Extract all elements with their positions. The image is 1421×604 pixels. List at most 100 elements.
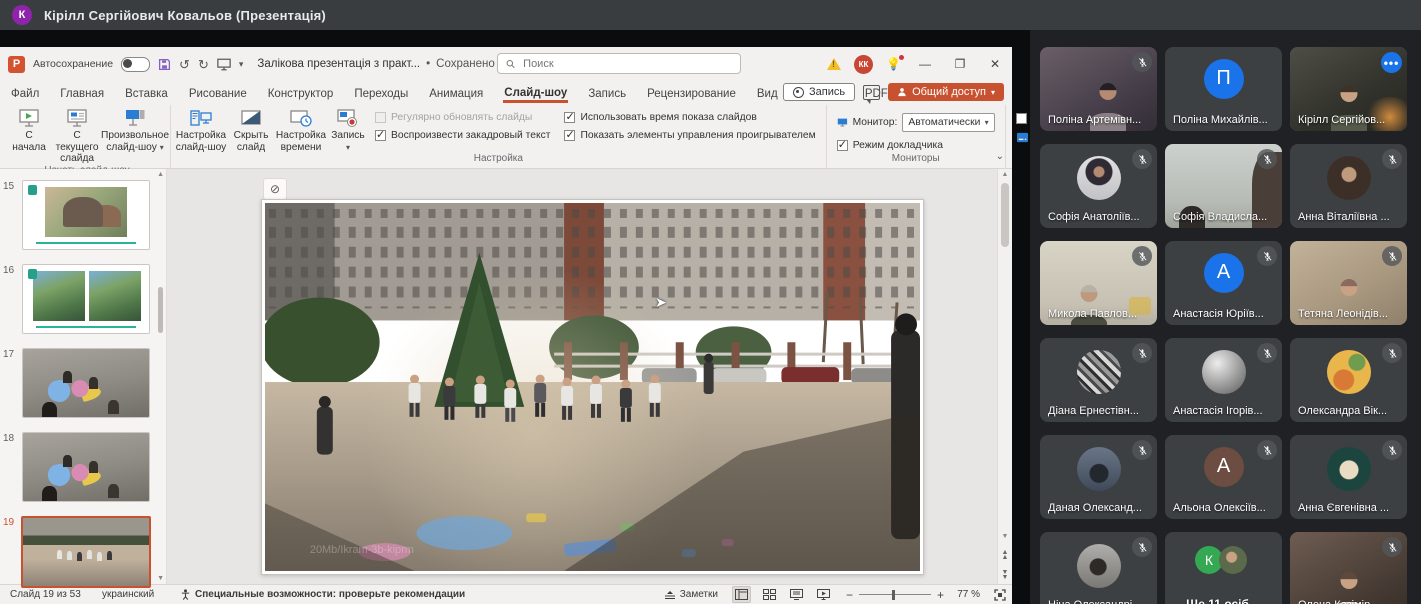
reading-view-button[interactable]: [788, 587, 805, 602]
canvas-scrollbar[interactable]: ▲ ▼ ▲▲ ▼▼: [997, 169, 1012, 584]
tab-view[interactable]: Вид: [756, 84, 779, 103]
lightbulb-icon[interactable]: 💡: [886, 57, 901, 71]
collapse-ribbon-chevron[interactable]: ⌄: [996, 151, 1004, 162]
slide-thumbnail-17[interactable]: [22, 348, 150, 418]
more-participants-tile[interactable]: К Ще 11 осіб: [1165, 532, 1282, 604]
participant-tile[interactable]: Даная Олександ...: [1040, 435, 1157, 519]
scroll-up-icon[interactable]: ▲: [157, 171, 164, 178]
participant-tile[interactable]: А Альона Олексіїв...: [1165, 435, 1282, 519]
participant-tile[interactable]: П Поліна Михайлів...: [1165, 47, 1282, 131]
accessibility-status[interactable]: Специальные возможности: проверьте реком…: [195, 589, 465, 600]
tab-transitions[interactable]: Переходы: [353, 84, 409, 103]
slide-thumbnail-18[interactable]: [22, 432, 150, 502]
ink-tool-indicator[interactable]: ⊘: [263, 178, 287, 200]
tab-draw[interactable]: Рисование: [188, 84, 248, 103]
photo-watermark: 20Mb/Ikram-3b-kiprm: [310, 544, 414, 556]
restore-button[interactable]: ❐: [949, 57, 971, 71]
share-button[interactable]: Общий доступ ▾: [888, 83, 1004, 101]
record-slideshow-icon: [336, 109, 360, 129]
comments-icon[interactable]: [863, 85, 880, 100]
participant-tile[interactable]: Анна Віталіївна ...: [1290, 144, 1407, 228]
participant-tile[interactable]: Олександра Вік...: [1290, 338, 1407, 422]
participant-tile[interactable]: Анна Євгенівна ...: [1290, 435, 1407, 519]
from-current-slide-button[interactable]: С текущего слайда: [52, 107, 102, 165]
record-button[interactable]: Запись: [783, 83, 855, 101]
mic-muted-icon: [1382, 537, 1402, 557]
scroll-down-icon[interactable]: ▼: [157, 575, 164, 582]
notes-button[interactable]: Заметки: [664, 589, 718, 600]
presenter-view-checkbox[interactable]: Режим докладчика: [837, 140, 995, 151]
tab-slideshow[interactable]: Слайд-шоу: [503, 83, 568, 103]
warning-icon[interactable]: [827, 58, 841, 70]
slideshow-view-button[interactable]: [815, 587, 832, 602]
mic-muted-icon: [1132, 246, 1152, 266]
tab-animations[interactable]: Анимация: [428, 84, 484, 103]
participant-tile[interactable]: А Анастасія Юріїв...: [1165, 241, 1282, 325]
search-box[interactable]: [497, 53, 741, 74]
zoom-slider[interactable]: [859, 594, 931, 596]
setup-slideshow-button[interactable]: Настройка слайд-шоу: [175, 107, 227, 153]
slide-canvas[interactable]: ⊘: [167, 169, 997, 584]
use-timings-checkbox[interactable]: Использовать время показа слайдов: [564, 112, 815, 123]
zoom-level[interactable]: 77 %: [950, 589, 980, 600]
next-slide-button[interactable]: ▼▼: [998, 571, 1012, 580]
participant-tile[interactable]: Поліна Артемівн...: [1040, 47, 1157, 131]
normal-view-button[interactable]: [732, 586, 751, 603]
participant-tile[interactable]: Анастасія Ігорів...: [1165, 338, 1282, 422]
undo-icon[interactable]: ↺: [179, 58, 190, 71]
update-slides-checkbox[interactable]: Регулярно обновлять слайды: [375, 112, 550, 123]
separator-dot: •: [426, 58, 430, 70]
participant-name: Тетяна Леонідів...: [1298, 308, 1388, 320]
redo-icon[interactable]: ↻: [198, 58, 209, 71]
participant-tile[interactable]: Олена Казімір...: [1290, 532, 1407, 604]
previous-slide-button[interactable]: ▲▲: [998, 551, 1012, 560]
participant-tile[interactable]: Софія Анатоліїв...: [1040, 144, 1157, 228]
participant-tile[interactable]: Ніна Олександрі...: [1040, 532, 1157, 604]
from-beginning-button[interactable]: С начала: [8, 107, 50, 153]
mic-muted-icon: [1257, 149, 1277, 169]
zoom-in-button[interactable]: +: [937, 588, 944, 602]
tab-home[interactable]: Главная: [59, 84, 105, 103]
scroll-down-icon[interactable]: ▼: [998, 533, 1012, 540]
tab-record[interactable]: Запись: [587, 84, 627, 103]
quick-access-chevron[interactable]: ▾: [239, 60, 244, 69]
participant-tile[interactable]: Микола Павлов...: [1040, 241, 1157, 325]
more-options-icon[interactable]: •••: [1381, 52, 1402, 73]
tab-insert[interactable]: Вставка: [124, 84, 169, 103]
play-narration-checkbox[interactable]: Воспроизвести закадровый текст: [375, 130, 550, 141]
slide-thumbnail-16[interactable]: [22, 264, 150, 334]
letter-avatar: А: [1204, 447, 1244, 487]
participant-tile[interactable]: Софія Владисла...: [1165, 144, 1282, 228]
save-icon[interactable]: [158, 58, 171, 71]
record-slideshow-button[interactable]: Запись▾: [329, 107, 367, 153]
current-slide[interactable]: 20Mb/Ikram-3b-kiprm: [261, 199, 924, 575]
zoom-out-button[interactable]: −: [846, 588, 853, 602]
participant-tile[interactable]: Тетяна Леонідів...: [1290, 241, 1407, 325]
account-avatar[interactable]: КК: [854, 55, 873, 74]
slide-counter[interactable]: Слайд 19 из 53: [10, 589, 102, 600]
close-button[interactable]: ✕: [984, 57, 1006, 71]
scroll-up-icon[interactable]: ▲: [998, 171, 1012, 178]
hide-slide-button[interactable]: Скрыть слайд: [229, 107, 273, 153]
slideshow-quick-icon[interactable]: [217, 58, 231, 71]
minimize-button[interactable]: —: [914, 57, 936, 71]
language-indicator[interactable]: украинский: [102, 589, 180, 600]
slide-sorter-view-button[interactable]: [761, 587, 778, 602]
participant-tile-presenter[interactable]: ••• Кірілл Сергійов...: [1290, 47, 1407, 131]
participant-tile[interactable]: Діана Ернестівн...: [1040, 338, 1157, 422]
monitor-dropdown[interactable]: Автоматически▾: [902, 113, 994, 132]
custom-slideshow-button[interactable]: Произвольное слайд-шоу ▾: [104, 107, 166, 153]
share-person-icon: [897, 87, 907, 97]
rehearse-timings-button[interactable]: Настройка времени: [275, 107, 327, 153]
tab-design[interactable]: Конструктор: [267, 84, 335, 103]
slide-thumbnail-19-selected[interactable]: [21, 516, 151, 588]
fit-to-window-icon[interactable]: [994, 589, 1006, 601]
thumbnail-scrollbar[interactable]: ▲ ▼: [157, 169, 164, 584]
tab-file[interactable]: Файл: [10, 84, 40, 103]
hide-slide-icon: [239, 109, 263, 129]
show-controls-checkbox[interactable]: Показать элементы управления проигрывате…: [564, 130, 815, 141]
autosave-toggle[interactable]: [121, 57, 150, 72]
search-input[interactable]: [521, 57, 732, 71]
tab-review[interactable]: Рецензирование: [646, 84, 737, 103]
slide-thumbnail-15[interactable]: [22, 180, 150, 250]
